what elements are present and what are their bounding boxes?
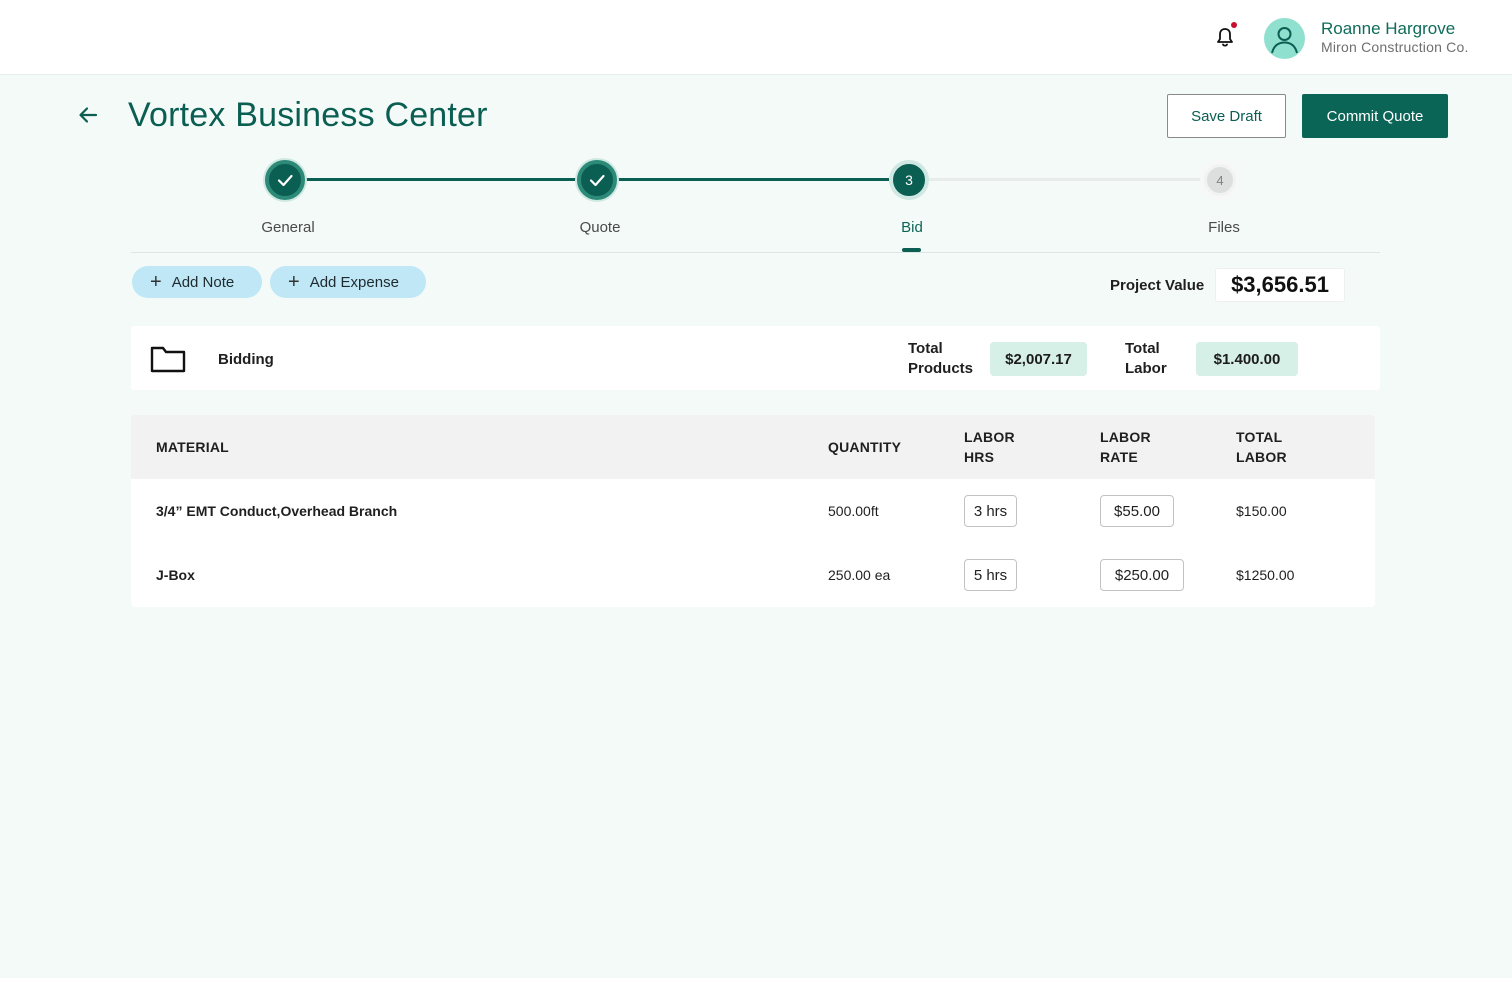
tab-quote[interactable]: Quote — [540, 219, 660, 236]
tab-bid[interactable]: Bid — [852, 219, 972, 236]
quantity: 250.00 ea — [828, 567, 891, 583]
step-quote-indicator[interactable] — [577, 160, 617, 200]
bidding-card — [131, 326, 1380, 390]
check-icon — [589, 174, 605, 187]
materials-table: MATERIAL QUANTITY LABOR HRS LABOR RATE T… — [131, 415, 1375, 607]
user-name: Roanne Hargrove — [1321, 19, 1456, 38]
column-header-material: MATERIAL — [156, 439, 229, 455]
labor-hrs-input[interactable] — [964, 559, 1017, 591]
quantity: 500.00ft — [828, 503, 879, 519]
bell-icon[interactable] — [1213, 26, 1237, 50]
stepper-line-done — [305, 178, 577, 181]
plus-icon: + — [150, 271, 162, 293]
column-header-total-labor: TOTAL LABOR — [1236, 429, 1287, 465]
add-note-button[interactable]: + Add Note — [132, 266, 262, 298]
tabs-divider — [131, 252, 1380, 253]
total-products-label: Total Products — [908, 340, 974, 377]
table-header: MATERIAL QUANTITY LABOR HRS LABOR RATE T… — [131, 415, 1375, 479]
tab-general[interactable]: General — [228, 219, 348, 236]
total-labor: $150.00 — [1236, 503, 1287, 519]
stepper-line-done — [617, 178, 889, 181]
user-icon — [1271, 27, 1298, 54]
bottom-edge — [0, 978, 1512, 982]
check-icon — [277, 174, 293, 187]
column-header-quantity: QUANTITY — [828, 439, 902, 455]
back-arrow-icon[interactable] — [77, 104, 99, 126]
commit-quote-button[interactable]: Commit Quote — [1302, 94, 1448, 138]
material-name: 3/4” EMT Conduct,Overhead Branch — [156, 503, 398, 519]
total-labor: $1250.00 — [1236, 567, 1295, 583]
user-company: Miron Construction Co. — [1321, 39, 1469, 55]
bidding-title: Bidding — [218, 351, 274, 368]
column-header-labor-hrs: LABOR HRS — [964, 429, 1015, 465]
labor-hrs-input[interactable] — [964, 495, 1017, 527]
notification-dot — [1231, 22, 1237, 28]
save-draft-button[interactable]: Save Draft — [1167, 94, 1286, 138]
total-labor-value: $1.400.00 — [1196, 342, 1298, 376]
labor-rate-input[interactable] — [1100, 559, 1184, 591]
add-expense-label: Add Expense — [309, 273, 399, 291]
step-bid-indicator[interactable]: 3 — [889, 160, 929, 200]
step-number: 4 — [1216, 172, 1224, 188]
avatar[interactable] — [1264, 18, 1305, 59]
labor-rate-input[interactable] — [1100, 495, 1174, 527]
page-title: Vortex Business Center — [128, 96, 488, 134]
project-value: $3,656.51 — [1215, 268, 1345, 302]
column-header-labor-rate: LABOR RATE — [1100, 429, 1151, 465]
folder-icon — [150, 346, 186, 373]
plus-icon: + — [288, 271, 300, 293]
add-note-label: Add Note — [171, 273, 235, 291]
step-files-indicator[interactable]: 4 — [1200, 160, 1240, 200]
step-number: 3 — [905, 172, 913, 188]
total-products-value: $2,007.17 — [990, 342, 1087, 376]
material-name: J-Box — [156, 567, 195, 583]
stepper-line-pending — [929, 178, 1201, 181]
tab-files[interactable]: Files — [1164, 219, 1284, 236]
project-value-label: Project Value — [1110, 277, 1205, 294]
total-labor-label: Total Labor — [1125, 340, 1167, 377]
add-expense-button[interactable]: + Add Expense — [270, 266, 426, 298]
step-general-indicator[interactable] — [265, 160, 305, 200]
